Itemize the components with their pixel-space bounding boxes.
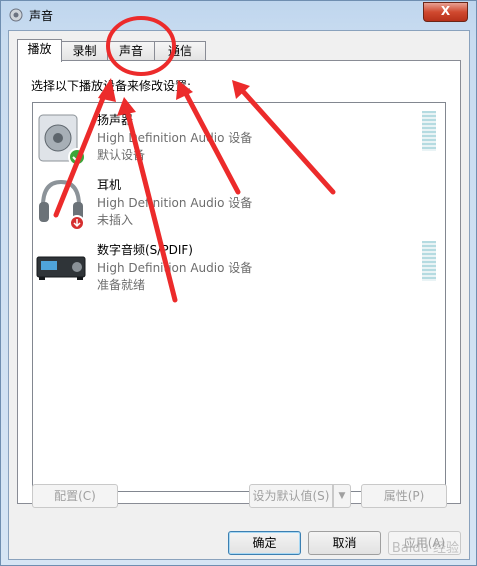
watermark: Baidu 经验 <box>391 541 459 556</box>
device-name: 耳机 <box>97 178 122 192</box>
device-status: 准备就绪 <box>97 278 146 292</box>
device-item-headphones[interactable]: 耳机 High Definition Audio 设备 未插入 <box>33 174 445 238</box>
close-button[interactable]: X <box>423 2 468 22</box>
device-list[interactable]: 扬声器 High Definition Audio 设备 默认设备 耳机 Hig… <box>32 102 446 492</box>
headphones-icon <box>39 179 85 231</box>
properties-button[interactable]: 属性(P) <box>361 484 447 508</box>
device-description: High Definition Audio 设备 <box>97 131 253 145</box>
device-description: High Definition Audio 设备 <box>97 261 253 275</box>
title-bar[interactable]: 声音 X <box>1 1 476 29</box>
window-title: 声音 <box>29 9 54 23</box>
sound-app-icon <box>9 8 23 22</box>
device-name: 数字音频(S/PDIF) <box>97 243 193 257</box>
device-status: 未插入 <box>97 213 134 227</box>
device-status: 默认设备 <box>97 148 146 162</box>
device-item-speakers[interactable]: 扬声器 High Definition Audio 设备 默认设备 <box>33 109 445 173</box>
chevron-down-icon[interactable]: ▼ <box>333 484 351 508</box>
tab-communications[interactable]: 通信 <box>154 41 206 60</box>
device-description: High Definition Audio 设备 <box>97 196 253 210</box>
configure-button[interactable]: 配置(C) <box>32 484 118 508</box>
volume-meter <box>422 241 436 281</box>
device-name: 扬声器 <box>97 113 134 127</box>
dialog-window: 声音 X 播放 录制 声音 通信 选择以下播放设备来修改设置: 扬声器 High… <box>0 0 477 566</box>
tab-playback[interactable]: 播放 <box>17 39 62 62</box>
tab-recording[interactable]: 录制 <box>61 41 108 60</box>
ok-button[interactable]: 确定 <box>228 531 301 555</box>
playback-panel: 选择以下播放设备来修改设置: 扬声器 High Definition Audio… <box>17 60 461 504</box>
set-default-button[interactable]: 设为默认值(S) <box>249 484 333 508</box>
device-item-digital-audio[interactable]: 数字音频(S/PDIF) High Definition Audio 设备 准备… <box>33 239 445 303</box>
digital-audio-icon <box>36 256 86 280</box>
cancel-button[interactable]: 取消 <box>308 531 381 555</box>
speaker-icon <box>38 114 86 166</box>
dialog-client: 播放 录制 声音 通信 选择以下播放设备来修改设置: 扬声器 High Defi… <box>8 30 470 560</box>
instruction-text: 选择以下播放设备来修改设置: <box>31 79 192 93</box>
tab-sounds[interactable]: 声音 <box>107 41 155 60</box>
volume-meter <box>422 111 436 151</box>
